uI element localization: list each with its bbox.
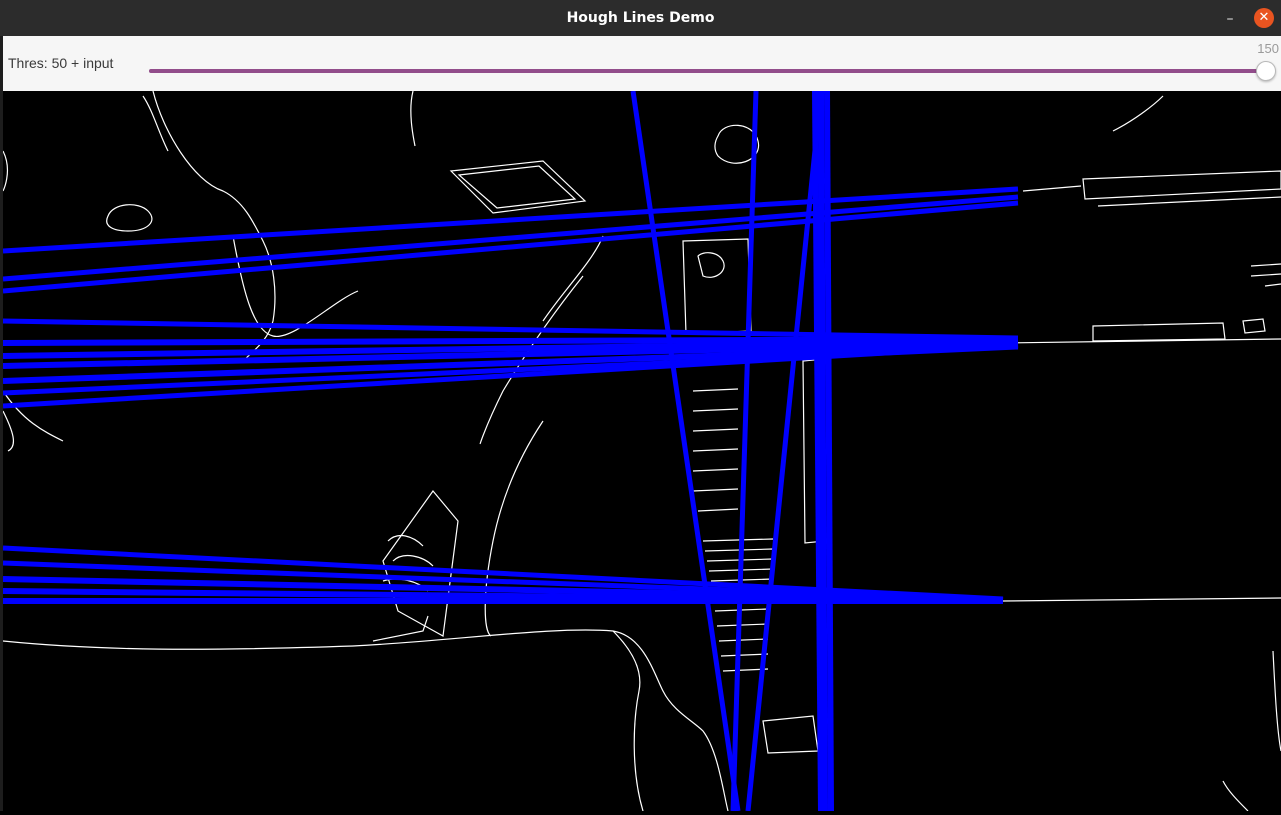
hough-line (745, 90, 824, 812)
edge-contour (1022, 185, 1082, 192)
slider-fill (149, 69, 1265, 73)
edge-contour (2, 629, 729, 812)
trackbar-panel: Thres: 50 + input 150 (3, 36, 1281, 91)
hough-line (818, 90, 828, 812)
close-icon[interactable]: ✕ (1254, 8, 1274, 28)
hough-line (824, 90, 834, 812)
edge-contour (1002, 338, 1281, 344)
edge-contour (697, 252, 725, 278)
edge-contour (2, 150, 8, 192)
edge-contour (106, 204, 153, 232)
slider-thumb[interactable] (1256, 61, 1276, 81)
trackbar-value: 150 (1257, 41, 1279, 56)
hough-line (2, 186, 1019, 254)
edge-contour (1097, 196, 1281, 207)
minimize-icon[interactable]: – (1220, 8, 1240, 28)
edge-contour (1250, 263, 1281, 287)
hough-line (730, 90, 759, 812)
edge-contour (1082, 170, 1281, 200)
edge-contour (382, 490, 459, 637)
trackbar-label: Thres: 50 + input (8, 55, 114, 71)
edge-contour (702, 538, 774, 582)
edge-contour (1112, 95, 1164, 132)
edge-contour (1222, 780, 1249, 812)
edge-contour (2, 410, 15, 452)
edge-contour (1242, 318, 1266, 334)
hough-lines-image (2, 90, 1281, 812)
edge-contour (410, 90, 416, 147)
edge-contour (382, 534, 434, 592)
edge-contour (762, 715, 819, 754)
edge-contour (1092, 322, 1226, 342)
window-titlebar: Hough Lines Demo – ✕ (0, 0, 1281, 36)
edge-contour (1002, 597, 1281, 602)
edge-contour (692, 388, 739, 512)
window-title: Hough Lines Demo (566, 10, 715, 26)
edge-contour (372, 615, 429, 642)
hough-line (2, 194, 1019, 282)
edge-contour (457, 165, 577, 209)
canny-edges (2, 90, 1281, 812)
edge-contour (682, 238, 752, 335)
edge-detection-canvas (2, 90, 1281, 812)
hough-line (2, 318, 1019, 341)
hough-line (630, 90, 741, 812)
edge-contour (612, 630, 644, 812)
hough-line (2, 200, 1019, 294)
edge-contour (542, 235, 604, 322)
hough-lines (2, 90, 1019, 812)
edge-contour (1272, 650, 1281, 752)
threshold-slider[interactable] (149, 61, 1276, 81)
